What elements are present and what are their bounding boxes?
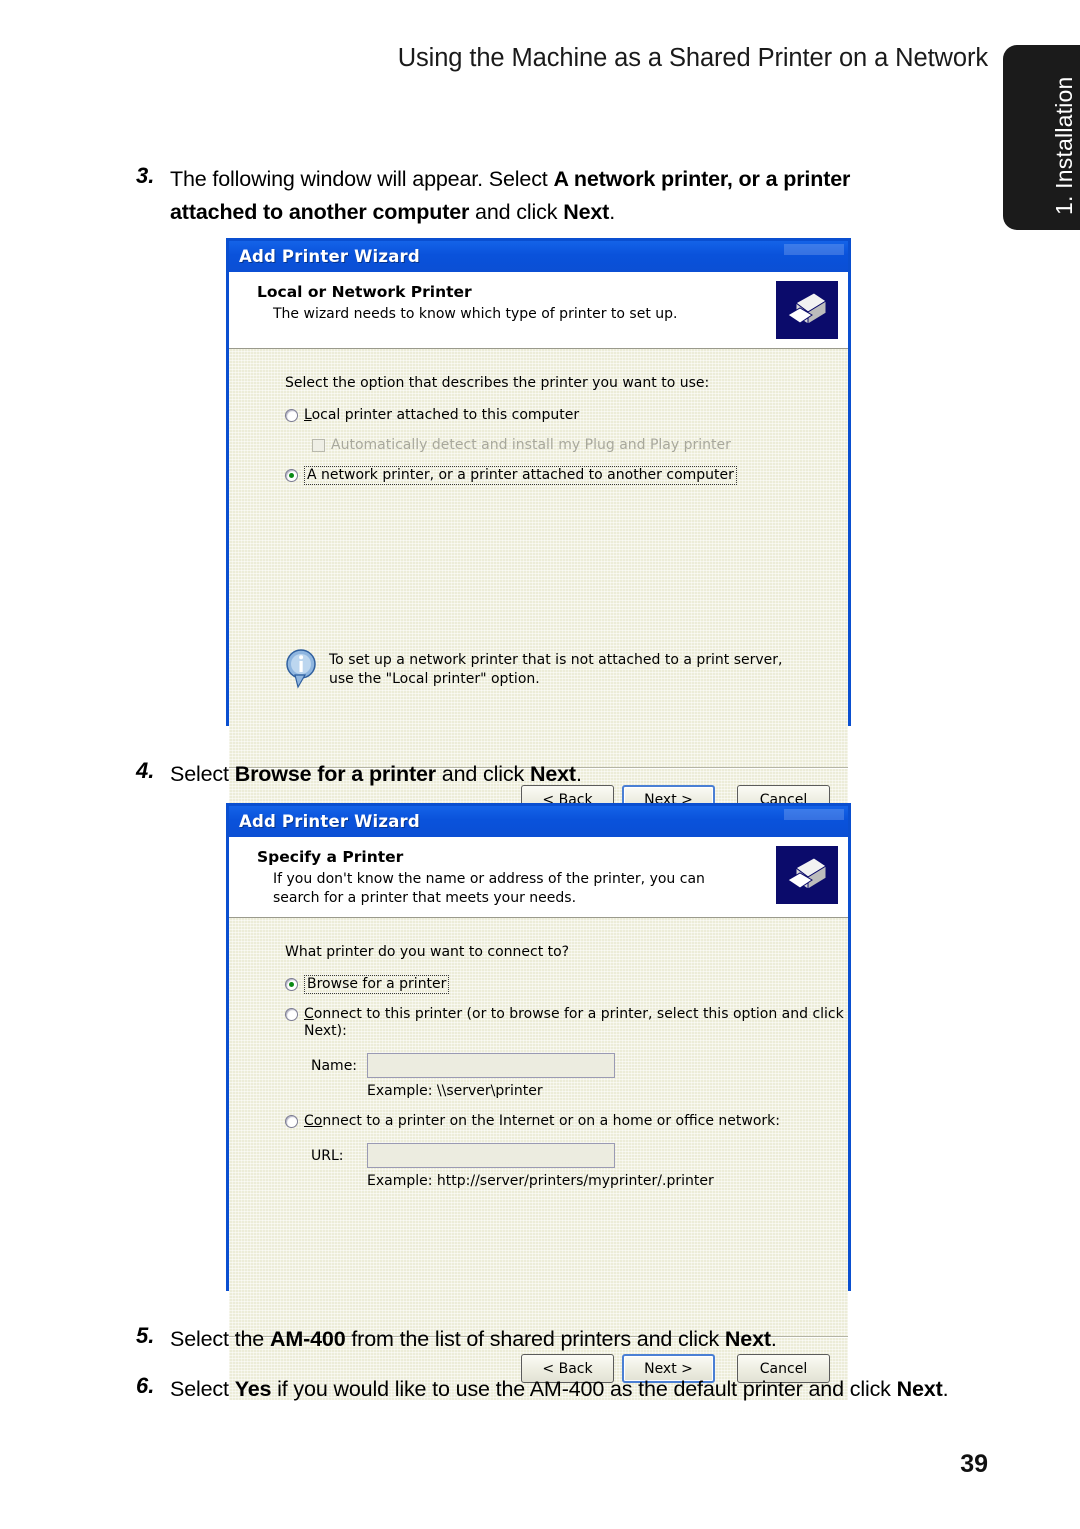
checkbox-icon [312, 439, 325, 452]
step-6-number: 6. [136, 1373, 155, 1398]
step-5-number: 5. [136, 1323, 155, 1348]
step-5: 5. Select the AM-400 from the list of sh… [128, 1323, 958, 1356]
checkbox-auto-detect-label: Automatically detect and install my Plug… [331, 437, 731, 453]
info-note-text: To set up a network printer that is not … [329, 649, 783, 689]
step-4-number: 4. [136, 758, 155, 783]
step-3-number: 3. [136, 163, 155, 188]
radio-connect-to-this-printer-label: Connect to this printer (or to browse fo… [304, 1006, 844, 1039]
dialog-1-prompt: Select the option that describes the pri… [285, 375, 710, 391]
radio-icon[interactable] [285, 469, 298, 482]
url-field-row: URL: [311, 1143, 848, 1168]
page-title: Using the Machine as a Shared Printer on… [397, 44, 988, 72]
url-field-label: URL: [311, 1147, 344, 1164]
radio-local-printer-label: Local printer attached to this computer [304, 407, 580, 423]
section-tab-label: 1. Installation [1051, 76, 1077, 215]
radio-browse-for-printer[interactable]: Browse for a printer [285, 975, 848, 994]
radio-connect-internet-printer[interactable]: Connect to a printer on the Internet or … [285, 1113, 848, 1130]
radio-icon[interactable] [285, 978, 298, 991]
section-tab-installation: 1. Installation [1003, 45, 1080, 230]
url-field-example: Example: http://server/printers/myprinte… [367, 1173, 714, 1189]
info-note: To set up a network printer that is not … [285, 649, 783, 689]
dialog-1-header-title: Local or Network Printer [257, 283, 472, 301]
step-3-text: The following window will appear. Select… [170, 167, 851, 224]
name-input[interactable] [367, 1053, 615, 1078]
add-printer-wizard-dialog-1: Add Printer Wizard Local or Network Prin… [226, 238, 851, 831]
radio-icon[interactable] [285, 409, 298, 422]
info-note-line-2: use the "Local printer" option. [329, 671, 540, 687]
step-6: 6. Select Yes if you would like to use t… [128, 1373, 958, 1406]
name-field-label: Name: [311, 1057, 358, 1074]
dialog-2-header-subtitle: If you don't know the name or address of… [273, 871, 705, 906]
step-3: 3. The following window will appear. Sel… [128, 163, 928, 229]
dialog-2-titlebar: Add Printer Wizard [229, 806, 848, 837]
url-input[interactable] [367, 1143, 615, 1168]
step-6-text: Select Yes if you would like to use the … [170, 1377, 949, 1401]
titlebar-sheen [784, 809, 844, 820]
printer-icon [776, 846, 838, 904]
radio-icon[interactable] [285, 1115, 298, 1128]
checkbox-auto-detect: Automatically detect and install my Plug… [312, 437, 848, 454]
info-icon [285, 649, 319, 689]
add-printer-wizard-dialog-2: Add Printer Wizard Specify a Printer If … [226, 803, 851, 1400]
dialog-2-header: Specify a Printer If you don't know the … [229, 837, 848, 918]
radio-connect-to-this-printer[interactable]: Connect to this printer (or to browse fo… [285, 1006, 848, 1040]
name-field-row: Name: [311, 1053, 848, 1078]
name-field-example: Example: \\server\printer [367, 1083, 543, 1099]
dialog-1-titlebar: Add Printer Wizard [229, 241, 848, 272]
info-note-line-1: To set up a network printer that is not … [329, 652, 783, 668]
printer-icon [776, 281, 838, 339]
radio-browse-for-printer-label: Browse for a printer [304, 975, 450, 994]
radio-network-printer-label: A network printer, or a printer attached… [304, 466, 737, 485]
radio-network-printer[interactable]: A network printer, or a printer attached… [285, 466, 848, 485]
titlebar-sheen [784, 244, 844, 255]
page-number: 39 [960, 1450, 988, 1478]
radio-connect-internet-printer-label: Connect to a printer on the Internet or … [304, 1113, 780, 1129]
dialog-1-title: Add Printer Wizard [239, 247, 420, 266]
radio-icon[interactable] [285, 1008, 298, 1021]
radio-local-printer[interactable]: Local printer attached to this computer [285, 407, 848, 424]
step-5-text: Select the AM-400 from the list of share… [170, 1327, 777, 1351]
dialog-1-header-subtitle: The wizard needs to know which type of p… [273, 306, 678, 322]
step-4: 4. Select Browse for a printer and click… [128, 758, 828, 791]
dialog-2-prompt: What printer do you want to connect to? [285, 944, 570, 960]
dialog-2-header-title: Specify a Printer [257, 848, 404, 866]
dialog-2-title: Add Printer Wizard [239, 812, 420, 831]
step-4-text: Select Browse for a printer and click Ne… [170, 762, 582, 786]
dialog-1-header: Local or Network Printer The wizard need… [229, 272, 848, 349]
